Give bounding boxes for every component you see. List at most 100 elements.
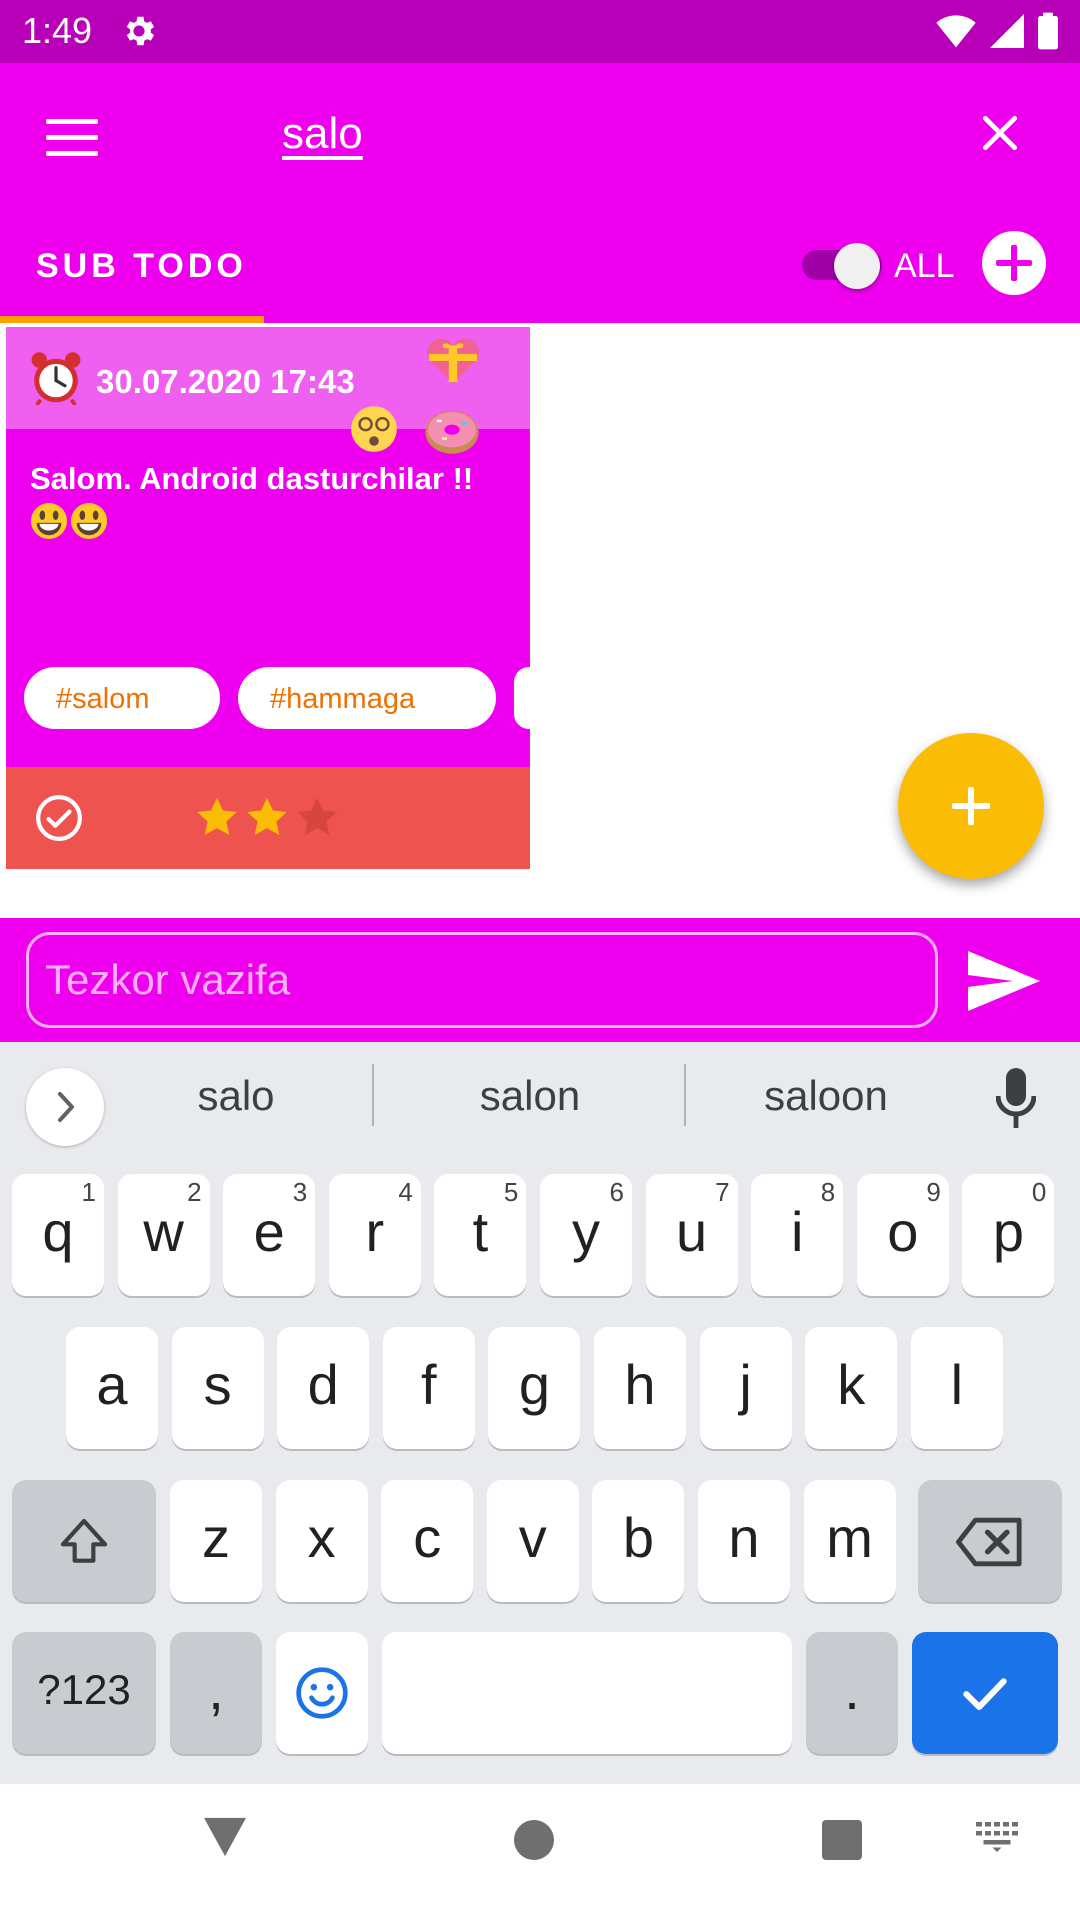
- home-circle-icon[interactable]: [514, 1820, 554, 1860]
- key-x[interactable]: x: [275, 1480, 368, 1602]
- key-hint: 0: [1031, 1177, 1047, 1207]
- key-hint: 7: [715, 1177, 730, 1207]
- key-g[interactable]: g: [488, 1327, 581, 1449]
- navigation-bar: [0, 1784, 1080, 1920]
- tag-chip[interactable]: #hammaga: [238, 667, 496, 729]
- suggestion-2[interactable]: salon: [390, 1072, 670, 1120]
- star-icon[interactable]: [244, 795, 290, 841]
- tag-chip[interactable]: #salom: [24, 667, 220, 729]
- send-icon[interactable]: [968, 950, 1040, 1012]
- key-v[interactable]: v: [486, 1480, 579, 1602]
- star-icon[interactable]: [194, 795, 240, 841]
- dizzy-face-icon: [351, 406, 397, 452]
- key-hint: 1: [81, 1177, 96, 1207]
- card-text: Salom. Android dasturchilar !!: [30, 459, 510, 540]
- card-footer: [6, 767, 530, 869]
- key-c[interactable]: c: [381, 1480, 474, 1602]
- comma-key[interactable]: ,: [170, 1632, 262, 1754]
- all-toggle[interactable]: [802, 243, 888, 289]
- emoji-icon: [296, 1667, 348, 1719]
- key-t[interactable]: t5: [434, 1174, 527, 1296]
- chevron-right-icon[interactable]: [26, 1068, 104, 1146]
- key-label: u: [676, 1200, 708, 1263]
- key-e[interactable]: e3: [223, 1174, 316, 1296]
- donut-icon: [425, 410, 479, 454]
- key-label: o: [887, 1200, 919, 1263]
- key-label: r: [365, 1200, 385, 1263]
- key-k[interactable]: k: [805, 1327, 898, 1449]
- wifi-icon: [936, 15, 976, 48]
- card-text-content: Salom. Android dasturchilar !!: [30, 461, 474, 496]
- key-u[interactable]: u7: [645, 1174, 738, 1296]
- app-bar: salo SUB TODO ALL: [0, 63, 1080, 323]
- key-label: t: [472, 1200, 489, 1263]
- key-s[interactable]: s: [171, 1327, 264, 1449]
- suggestion-3[interactable]: saloon: [686, 1072, 966, 1120]
- key-h[interactable]: h: [594, 1327, 686, 1449]
- recents-square-icon[interactable]: [822, 1820, 862, 1860]
- backspace-icon: [956, 1517, 1022, 1567]
- battery-icon: [1038, 12, 1058, 50]
- keyboard-switch-icon[interactable]: [976, 1822, 1018, 1852]
- suggestion-strip: salo salon saloon: [0, 1042, 1080, 1152]
- todo-card[interactable]: 30.07.2020 17:43 Salom. Android dasturch…: [6, 327, 544, 869]
- symbols-key[interactable]: ?123: [12, 1632, 156, 1754]
- menu-icon[interactable]: [46, 119, 98, 159]
- period-key[interactable]: .: [806, 1632, 898, 1754]
- key-hint: 5: [503, 1177, 519, 1207]
- key-i[interactable]: i8: [751, 1174, 844, 1296]
- key-hint: 3: [292, 1177, 308, 1207]
- mic-icon[interactable]: [996, 1068, 1036, 1128]
- star-icon[interactable]: [294, 795, 340, 841]
- key-a[interactable]: a: [66, 1327, 158, 1449]
- close-icon[interactable]: [978, 111, 1022, 155]
- key-hint: 9: [926, 1177, 941, 1207]
- key-hint: 6: [609, 1177, 624, 1207]
- gear-icon: [126, 16, 155, 46]
- rating-stars[interactable]: [194, 795, 340, 841]
- space-key[interactable]: [382, 1632, 792, 1754]
- tag-chip-partial[interactable]: [514, 667, 544, 729]
- key-n[interactable]: n: [698, 1480, 790, 1602]
- suggestion-1[interactable]: salo: [96, 1072, 376, 1120]
- key-y[interactable]: y6: [540, 1174, 632, 1296]
- search-query[interactable]: salo: [282, 109, 363, 159]
- alarm-clock-icon: [31, 352, 81, 405]
- key-p[interactable]: p0: [962, 1174, 1055, 1296]
- key-hint: 8: [820, 1177, 836, 1207]
- key-label: w: [143, 1200, 184, 1263]
- tab-sub-todo[interactable]: SUB TODO: [36, 247, 247, 286]
- key-j[interactable]: j: [699, 1327, 792, 1449]
- key-d[interactable]: d: [277, 1327, 370, 1449]
- emoji-key[interactable]: [276, 1632, 368, 1754]
- key-f[interactable]: f: [382, 1327, 475, 1449]
- tab-indicator: [0, 316, 264, 323]
- key-z[interactable]: z: [170, 1480, 262, 1602]
- key-l[interactable]: l: [910, 1327, 1003, 1449]
- backspace-key[interactable]: [918, 1480, 1062, 1602]
- key-label: y: [572, 1200, 600, 1263]
- signal-icon: [990, 14, 1024, 48]
- check-circle-icon[interactable]: [34, 793, 84, 843]
- soft-keyboard: salo salon saloon q1w2e3r4t5y6u7i8o9p0 a…: [0, 1042, 1080, 1784]
- heart-gift-icon: [427, 338, 479, 384]
- key-m[interactable]: m: [803, 1480, 896, 1602]
- key-o[interactable]: o9: [856, 1174, 949, 1296]
- quick-task-input[interactable]: [26, 932, 938, 1028]
- key-hint: 2: [187, 1177, 202, 1207]
- card-header: 30.07.2020 17:43: [6, 327, 530, 454]
- shift-key[interactable]: [12, 1480, 156, 1602]
- smiley-icon: [70, 502, 108, 539]
- key-r[interactable]: r4: [328, 1174, 421, 1296]
- key-q[interactable]: q1: [12, 1174, 104, 1296]
- key-b[interactable]: b: [592, 1480, 685, 1602]
- card-datetime: 30.07.2020 17:43: [96, 363, 355, 400]
- back-triangle-icon[interactable]: [202, 1816, 248, 1858]
- done-key[interactable]: [912, 1632, 1058, 1754]
- add-fab-button[interactable]: [898, 733, 1044, 879]
- status-bar: 1:49: [0, 0, 1080, 63]
- smiley-icon: [30, 502, 68, 539]
- key-w[interactable]: w2: [117, 1174, 210, 1296]
- key-label: i: [790, 1200, 804, 1263]
- add-circle-icon[interactable]: [982, 231, 1046, 295]
